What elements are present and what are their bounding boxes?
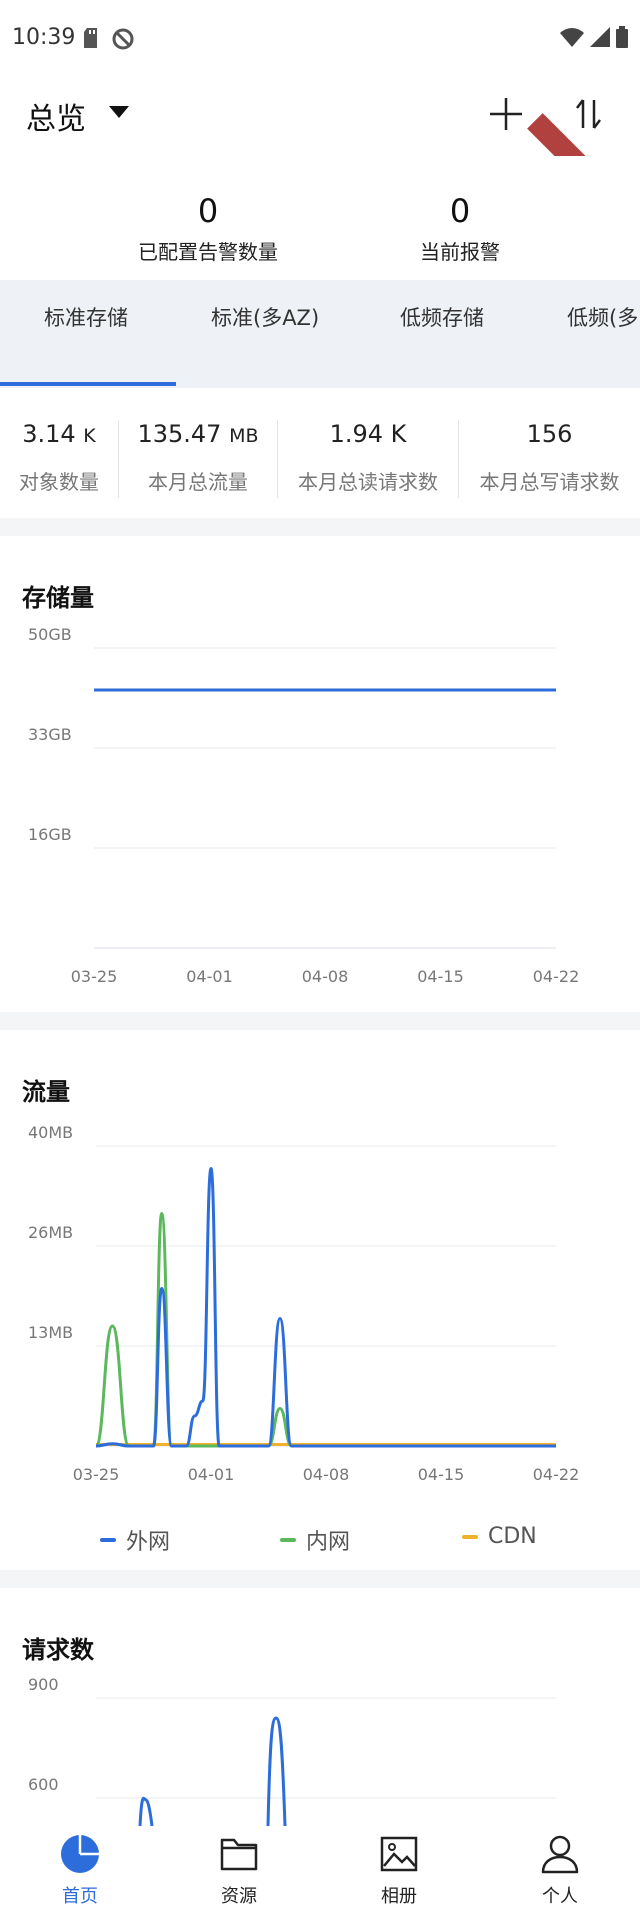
folder-icon — [219, 1838, 259, 1878]
stat-write-requests-value: 156 — [526, 420, 573, 448]
stat-object-count-unit: K — [83, 425, 96, 447]
nav-album-label: 相册 — [381, 1886, 417, 1907]
y-tick-label: 600 — [28, 1775, 59, 1794]
current-alarm-count: 0 — [449, 192, 471, 230]
legend-item-public[interactable]: 外网 — [100, 1524, 170, 1556]
add-button[interactable] — [486, 94, 526, 134]
stat-monthly-traffic-label: 本月总流量 — [148, 470, 248, 494]
x-tick-label: 03-25 — [71, 967, 118, 986]
current-alarms[interactable]: 0 当前报警 — [360, 192, 560, 265]
legend-swatch-cdn — [462, 1534, 478, 1539]
storage-class-tabs: 标准存储 标准(多AZ) 低频存储 低频(多 — [0, 280, 640, 388]
pie-chart-icon — [60, 1835, 100, 1878]
series-line — [138, 1796, 154, 1826]
nav-home-label: 首页 — [62, 1886, 98, 1907]
x-tick-label: 03-25 — [73, 1465, 120, 1484]
tab-standard-multi-az[interactable]: 标准(多AZ) — [211, 302, 319, 332]
stat-read-requests-label: 本月总读请求数 — [298, 470, 438, 494]
y-tick-label: 50GB — [28, 625, 72, 644]
stat-write-requests-label: 本月总写请求数 — [479, 470, 620, 494]
traffic-chart: 40MB 26MB 13MB 03-25 04-01 04-08 04-15 04-22 — [28, 1123, 580, 1484]
tab-infrequent[interactable]: 低频存储 — [400, 302, 484, 332]
status-time: 10:39 — [12, 25, 76, 50]
x-tick-label: 04-01 — [188, 1465, 235, 1484]
signal-icon — [590, 27, 610, 51]
legend-swatch-public — [100, 1538, 116, 1542]
storage-chart-card: 存储量 50GB 33GB 16GB 03-25 04-01 04-08 04-15 04-2… — [0, 536, 640, 1012]
storage-chart: 50GB 33GB 16GB 03-25 04-01 04-08 04-15 04-22 — [28, 625, 580, 986]
stat-monthly-traffic-value: 135.47 — [137, 420, 222, 448]
stat-object-count-value: 3.14 — [22, 420, 76, 448]
no-disturb-icon — [112, 28, 134, 54]
requests-chart-card: 请求数 900 600 — [0, 1588, 640, 1826]
requests-chart: 900 600 — [28, 1675, 556, 1826]
x-tick-label: 04-22 — [533, 1465, 580, 1484]
configured-alarm-count: 0 — [197, 192, 219, 230]
sd-card-icon — [84, 28, 100, 54]
configured-alarms[interactable]: 0 已配置告警数量 — [108, 192, 308, 265]
x-tick-label: 04-15 — [417, 967, 464, 986]
x-tick-label: 04-15 — [418, 1465, 465, 1484]
stat-write-requests: 156 本月总写请求数 — [459, 388, 640, 518]
tab-infrequent-multi-az[interactable]: 低频(多 — [567, 302, 638, 332]
chevron-down-icon[interactable] — [108, 104, 130, 123]
wifi-icon — [560, 27, 584, 51]
series-line — [266, 1716, 287, 1826]
stat-read-requests-value: 1.94 K — [329, 420, 407, 448]
configured-alarm-label: 已配置告警数量 — [138, 240, 278, 264]
y-tick-label: 900 — [28, 1675, 59, 1694]
stat-read-requests: 1.94 K 本月总读请求数 — [278, 388, 458, 518]
legend-swatch-internal — [280, 1538, 296, 1542]
stats-row: 3.14 K 对象数量 135.47 MB 本月总流量 1.94 K 本月总读请… — [0, 388, 640, 518]
nav-profile-label: 个人 — [542, 1886, 578, 1907]
page-title[interactable]: 总览 — [26, 94, 86, 138]
traffic-chart-card: 流量 40MB 26MB 13MB 03-25 04-01 04-08 04-15 04-22… — [0, 1030, 640, 1570]
y-tick-label: 33GB — [28, 725, 72, 744]
stat-object-count: 3.14 K 对象数量 — [0, 388, 118, 518]
battery-icon — [616, 26, 628, 52]
app-bar: 总览 — [0, 76, 640, 156]
nav-resources[interactable]: 资源 — [189, 1834, 289, 1908]
y-tick-label: 13MB — [28, 1323, 73, 1342]
stat-monthly-traffic-unit: MB — [229, 425, 259, 447]
tab-indicator — [0, 382, 176, 386]
nav-profile[interactable]: 个人 — [510, 1834, 610, 1908]
legend-label-cdn: CDN — [488, 1524, 537, 1549]
nav-resources-label: 资源 — [221, 1886, 257, 1907]
legend-item-cdn[interactable]: CDN — [462, 1524, 537, 1549]
status-bar: 10:39 — [0, 0, 640, 76]
image-icon — [379, 1836, 419, 1878]
legend-label-public: 外网 — [126, 1530, 171, 1555]
alarm-summary: 0 已配置告警数量 0 当前报警 — [0, 156, 640, 280]
stat-monthly-traffic: 135.47 MB 本月总流量 — [119, 388, 277, 518]
legend-item-internal[interactable]: 内网 — [280, 1524, 350, 1556]
nav-album[interactable]: 相册 — [349, 1834, 449, 1908]
x-tick-label: 04-22 — [533, 967, 580, 986]
bottom-nav: 首页 资源 相册 个人 — [0, 1826, 640, 1918]
series-line-0 — [95, 1166, 556, 1448]
y-tick-label: 16GB — [28, 825, 72, 844]
user-icon — [540, 1835, 580, 1878]
y-tick-label: 40MB — [28, 1123, 73, 1142]
sort-icon[interactable] — [568, 94, 608, 134]
x-tick-label: 04-08 — [303, 1465, 350, 1484]
x-tick-label: 04-08 — [302, 967, 349, 986]
legend-label-internal: 内网 — [306, 1530, 351, 1555]
tab-standard[interactable]: 标准存储 — [44, 302, 128, 332]
nav-home[interactable]: 首页 — [30, 1834, 130, 1908]
x-tick-label: 04-01 — [186, 967, 233, 986]
y-tick-label: 26MB — [28, 1223, 73, 1242]
current-alarm-label: 当前报警 — [420, 240, 500, 264]
stat-object-count-label: 对象数量 — [19, 470, 99, 494]
